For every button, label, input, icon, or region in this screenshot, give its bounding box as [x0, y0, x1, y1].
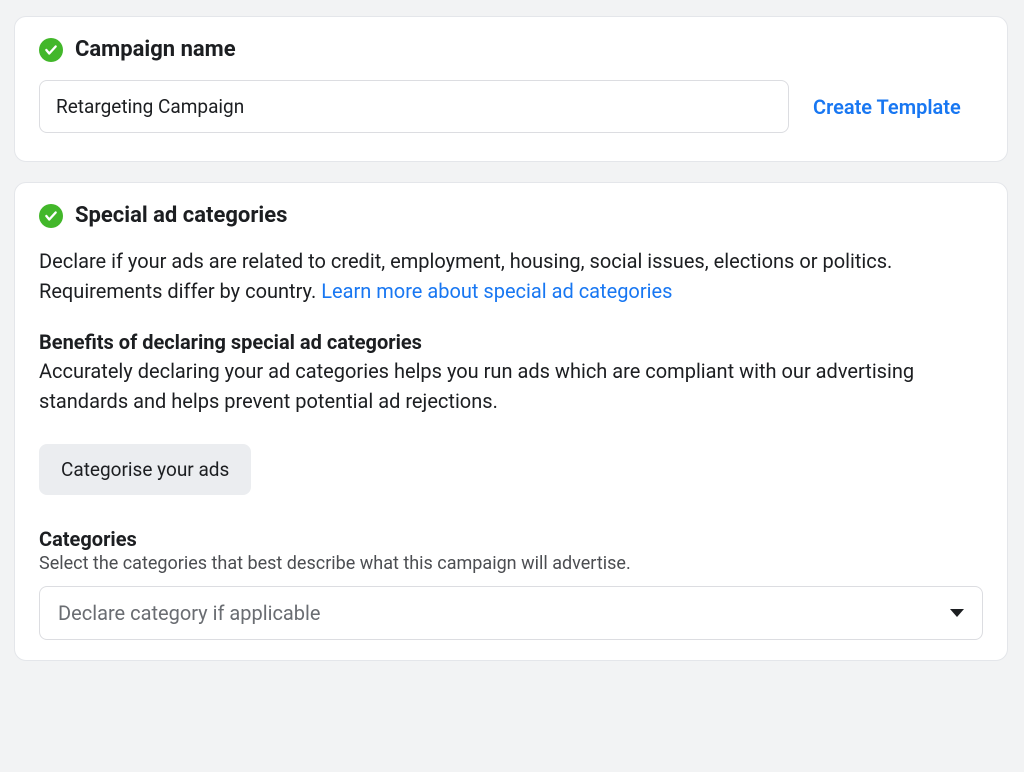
special-ad-categories-title: Special ad categories — [75, 203, 287, 228]
campaign-name-card: Campaign name Create Template — [14, 16, 1008, 162]
campaign-name-title: Campaign name — [75, 37, 236, 62]
campaign-name-row: Create Template — [39, 80, 983, 133]
create-template-link[interactable]: Create Template — [813, 95, 961, 119]
card-header: Campaign name — [39, 37, 983, 62]
check-circle-icon — [39, 204, 63, 228]
categories-label: Categories — [39, 527, 983, 551]
categories-help-text: Select the categories that best describe… — [39, 553, 983, 574]
special-ad-description: Declare if your ads are related to credi… — [39, 246, 983, 306]
benefits-text: Accurately declaring your ad categories … — [39, 356, 983, 416]
categories-select-placeholder: Declare category if applicable — [58, 601, 321, 625]
campaign-name-input[interactable] — [39, 80, 789, 133]
categories-select[interactable]: Declare category if applicable — [39, 586, 983, 640]
special-ad-categories-card: Special ad categories Declare if your ad… — [14, 182, 1008, 661]
check-circle-icon — [39, 38, 63, 62]
categorise-ads-button[interactable]: Categorise your ads — [39, 444, 251, 495]
chevron-down-icon — [950, 609, 964, 617]
benefits-heading: Benefits of declaring special ad categor… — [39, 330, 983, 354]
learn-more-link[interactable]: Learn more about special ad categories — [321, 279, 672, 303]
card-header: Special ad categories — [39, 203, 983, 228]
